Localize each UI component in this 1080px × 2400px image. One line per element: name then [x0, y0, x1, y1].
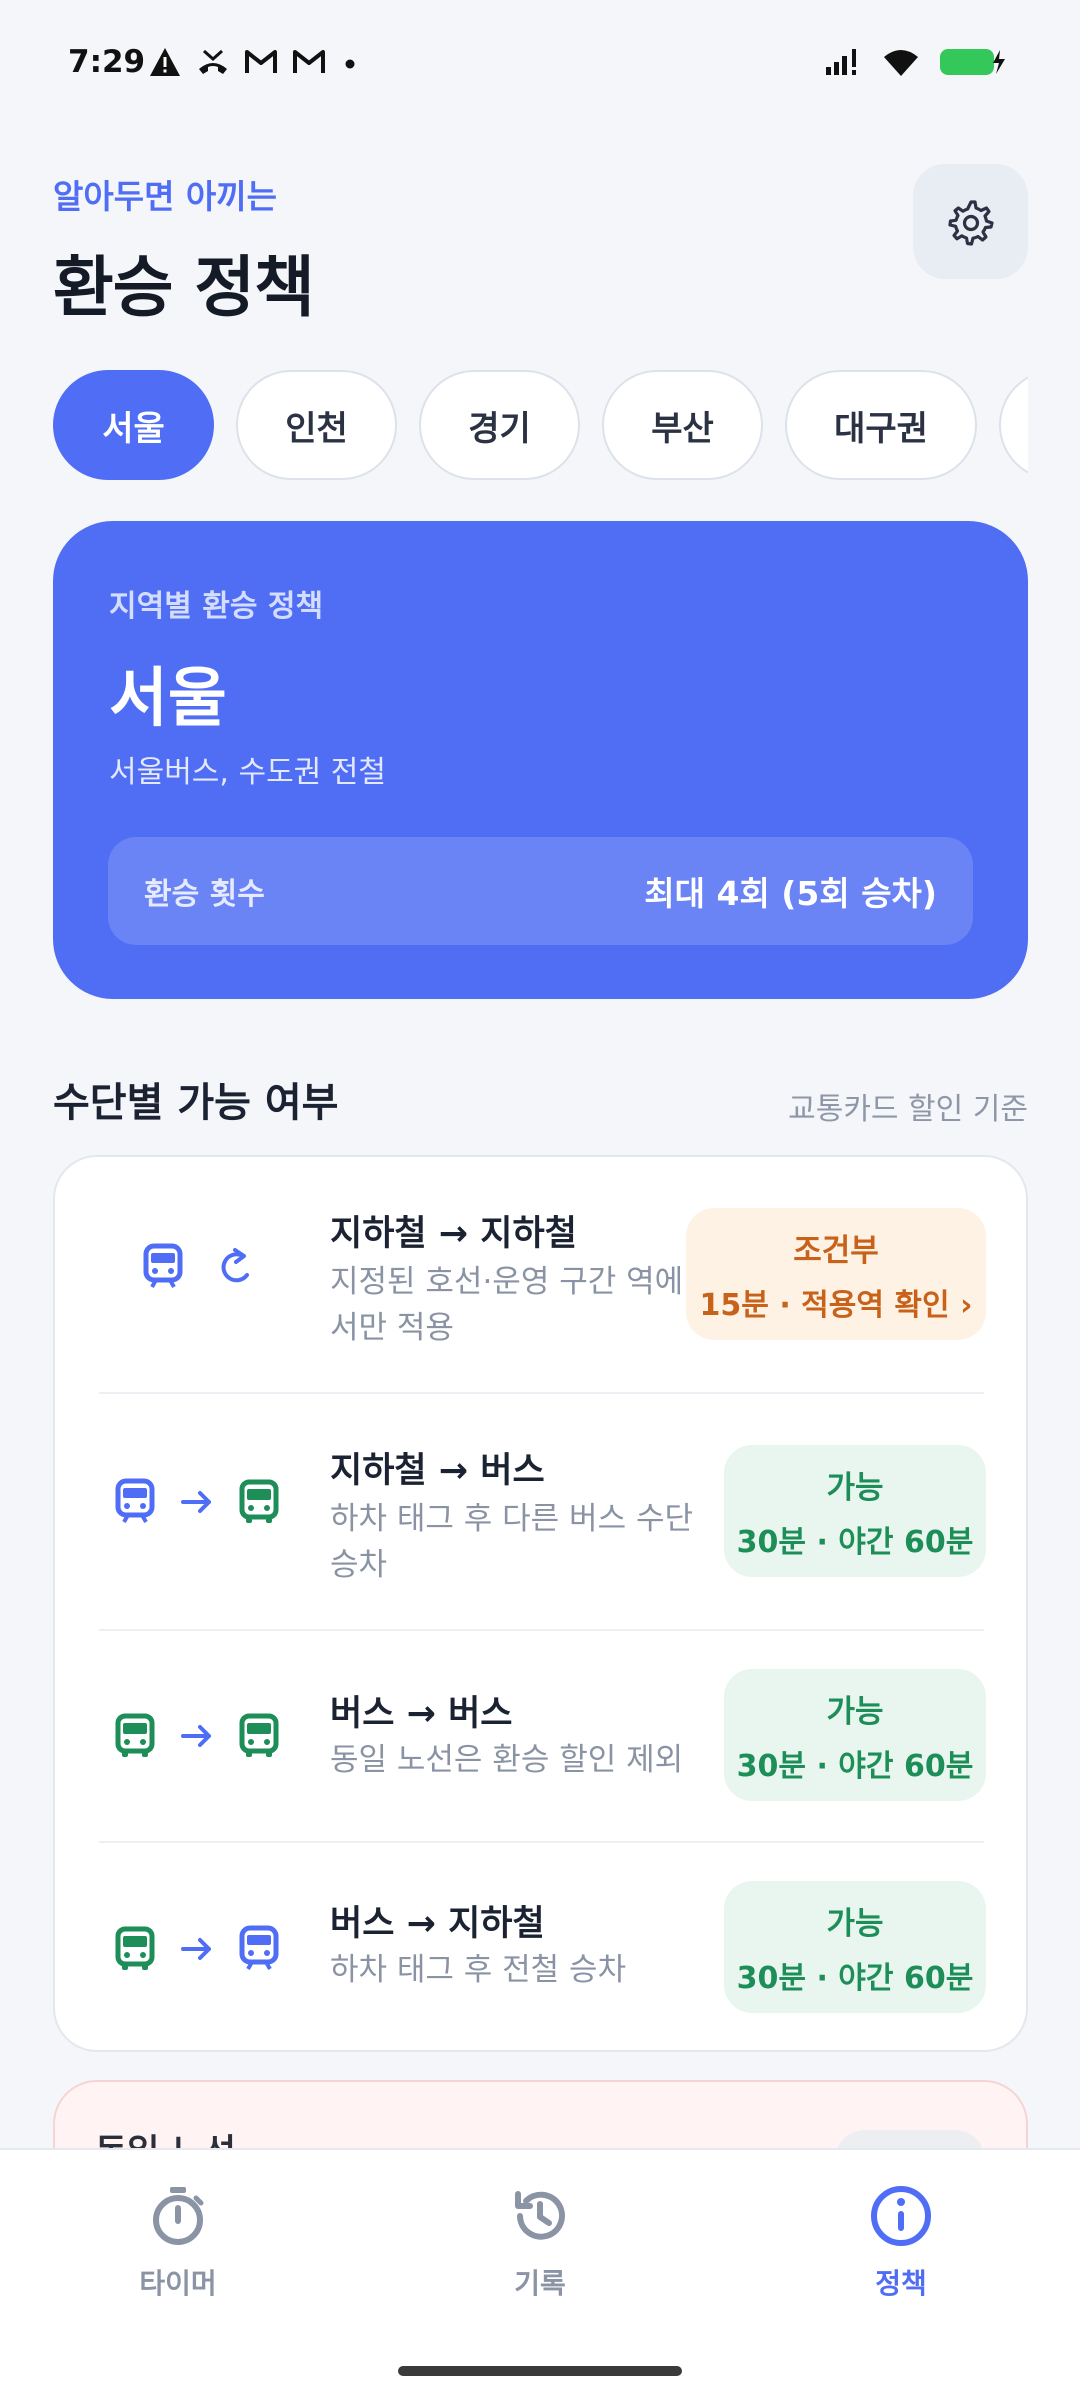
hero-title: 서울	[109, 662, 227, 736]
gmail-icon	[245, 50, 277, 73]
nav-label: 정책	[875, 2267, 927, 2300]
row-desc: 동일 노선은 환승 할인 제외	[330, 1742, 684, 1778]
region-tab-seoul[interactable]: 서울	[53, 370, 214, 480]
eyebrow-text: 알아두면 아끼는	[53, 177, 278, 216]
row-icons	[115, 1713, 279, 1759]
info-icon	[871, 2186, 931, 2246]
region-tabs: 서울 인천 경기 부산 대구권	[53, 370, 1028, 480]
transfer-row-subway-subway[interactable]: 지하철 → 지하철 지정된 호선·운영 구간 역에서만 적용 조건부 15분 ·…	[55, 1157, 1030, 1392]
row-title: 버스 → 버스	[330, 1694, 513, 1734]
stopwatch-icon	[153, 2187, 204, 2245]
arrow-right-icon	[181, 1938, 211, 1960]
bus-icon	[239, 1713, 279, 1757]
gmail-icon	[293, 50, 325, 73]
region-tab-incheon[interactable]: 인천	[236, 370, 397, 480]
refresh-icon	[221, 1248, 249, 1283]
subway-icon	[239, 1925, 279, 1970]
bus-icon	[239, 1479, 279, 1523]
region-tab-gyeonggi[interactable]: 경기	[419, 370, 580, 480]
hero-label: 지역별 환승 정책	[109, 589, 324, 624]
badge-status: 가능	[826, 1693, 884, 1730]
badge-status: 가능	[826, 1905, 884, 1942]
transfer-row-bus-subway[interactable]: 버스 → 지하철 하차 태그 후 전철 승차 가능 30분 · 야간 60분	[55, 1843, 1030, 2053]
nav-tab-policy[interactable]: 정책	[801, 2184, 1001, 2302]
missed-call-icon	[199, 49, 227, 74]
badge-status: 조건부	[793, 1232, 879, 1269]
arrow-right-icon	[181, 1725, 211, 1747]
dot-icon	[345, 59, 355, 69]
row-title: 지하철 → 지하철	[330, 1214, 577, 1254]
history-icon	[515, 2191, 565, 2240]
bus-icon	[115, 1926, 155, 1970]
status-badge-conditional[interactable]: 조건부 15분 · 적용역 확인 ›	[686, 1208, 986, 1340]
notification-icons	[148, 46, 360, 78]
subway-icon	[143, 1243, 183, 1288]
nav-tab-timer[interactable]: 타이머	[78, 2184, 278, 2302]
gear-icon	[947, 199, 994, 246]
transfer-count-row: 환승 횟수 최대 4회 (5회 승차)	[108, 837, 973, 945]
badge-detail: 15분 · 적용역 확인 ›	[699, 1287, 973, 1323]
status-bar: 7:29	[0, 0, 1080, 130]
bus-icon	[115, 1713, 155, 1757]
hero-subtitle: 서울버스, 수도권 전철	[109, 755, 387, 790]
battery-charging-icon	[940, 49, 1005, 75]
status-time: 7:29	[68, 44, 146, 80]
badge-detail: 30분 · 야간 60분	[736, 1960, 974, 1996]
transfer-row-subway-bus[interactable]: 지하철 → 버스 하차 태그 후 다른 버스 수단 승차 가능 30분 · 야간…	[55, 1394, 1030, 1629]
bottom-nav: 타이머 기록 정책	[0, 2148, 1080, 2400]
page-title: 환승 정책	[53, 249, 315, 326]
nav-label: 기록	[514, 2267, 566, 2300]
region-summary-card: 지역별 환승 정책 서울 서울버스, 수도권 전철 환승 횟수 최대 4회 (5…	[53, 521, 1028, 999]
row-desc: 하차 태그 후 다른 버스 수단 승차	[330, 1501, 693, 1583]
row-title: 지하철 → 버스	[330, 1451, 545, 1491]
transfer-count-value: 최대 4회 (5회 승차)	[644, 874, 937, 913]
settings-button[interactable]	[913, 164, 1028, 279]
row-icons	[143, 1243, 257, 1291]
nav-label: 타이머	[139, 2267, 217, 2300]
badge-status: 가능	[826, 1469, 884, 1506]
row-title: 버스 → 지하철	[330, 1904, 545, 1944]
region-tab-busan[interactable]: 부산	[602, 370, 763, 480]
region-tab-daegu[interactable]: 대구권	[785, 370, 977, 480]
wifi-icon	[884, 50, 918, 76]
system-icons	[824, 46, 1008, 78]
transfer-row-bus-bus[interactable]: 버스 → 버스 동일 노선은 환승 할인 제외 가능 30분 · 야간 60분	[55, 1631, 1030, 1841]
signal-icon	[826, 49, 856, 75]
transfer-mode-card: 지하철 → 지하철 지정된 호선·운영 구간 역에서만 적용 조건부 15분 ·…	[53, 1155, 1028, 2052]
nav-tab-history[interactable]: 기록	[440, 2184, 640, 2302]
subway-icon	[115, 1478, 155, 1523]
transfer-count-label: 환승 횟수	[144, 877, 265, 912]
home-indicator[interactable]	[398, 2366, 682, 2376]
row-desc: 지정된 호선·운영 구간 역에서만 적용	[330, 1264, 684, 1346]
arrow-right-icon	[181, 1491, 211, 1513]
row-desc: 하차 태그 후 전철 승차	[330, 1952, 627, 1988]
warning-icon	[150, 48, 180, 76]
row-icons	[115, 1478, 279, 1526]
badge-detail: 30분 · 야간 60분	[736, 1524, 974, 1560]
section-note: 교통카드 할인 기준	[788, 1092, 1028, 1127]
badge-detail: 30분 · 야간 60분	[736, 1748, 974, 1784]
region-tab-more[interactable]	[999, 370, 1028, 480]
status-badge-available: 가능 30분 · 야간 60분	[724, 1881, 986, 2013]
status-badge-available: 가능 30분 · 야간 60분	[724, 1445, 986, 1577]
status-badge-available: 가능 30분 · 야간 60분	[724, 1669, 986, 1801]
row-icons	[115, 1925, 279, 1973]
section-title: 수단별 가능 여부	[53, 1080, 339, 1126]
